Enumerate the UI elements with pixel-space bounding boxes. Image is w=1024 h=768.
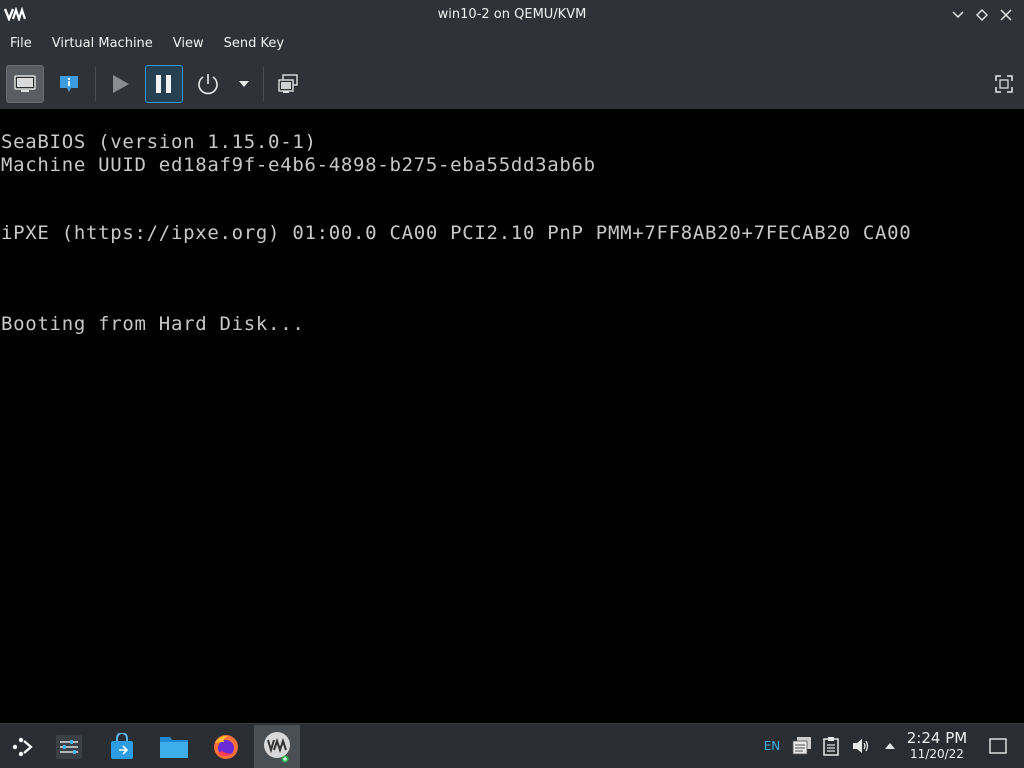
window-controls: [948, 0, 1016, 29]
clipboard-tray-button[interactable]: [820, 724, 842, 768]
console-line-ipxe: iPXE (https://ipxe.org) 01:00.0 CA00 PCI…: [1, 222, 912, 244]
store-bag-icon: [111, 732, 133, 759]
show-desktop-button[interactable]: [986, 724, 1010, 768]
virt-manager-logo-icon: [4, 6, 26, 22]
firefox-button[interactable]: [203, 725, 249, 768]
console-line-booting: Booting from Hard Disk...: [1, 313, 305, 335]
firefox-icon: [214, 734, 238, 759]
toolbar: [0, 59, 1024, 109]
close-icon: [1000, 8, 1012, 21]
pause-icon: [156, 75, 171, 93]
menu-send-key[interactable]: Send Key: [214, 29, 294, 59]
clock-date: 11/20/22: [910, 747, 964, 761]
settings-sliders-icon: [56, 734, 82, 759]
maximize-button[interactable]: [972, 5, 992, 25]
application-launcher-button[interactable]: [0, 725, 46, 768]
vm-console-display[interactable]: SeaBIOS (version 1.15.0-1) Machine UUID …: [0, 109, 1024, 723]
vm-icon: [264, 731, 290, 762]
keyboard-layout-label: EN: [763, 739, 781, 753]
folder-icon: [160, 736, 188, 758]
menu-view[interactable]: View: [163, 29, 214, 59]
details-button[interactable]: [50, 65, 88, 103]
system-settings-button[interactable]: [46, 725, 92, 768]
play-icon: [113, 75, 129, 93]
desktop-icon: [989, 738, 1007, 754]
toolbar-separator: [95, 67, 96, 101]
notes-tray-button[interactable]: [790, 724, 814, 768]
info-icon: [60, 76, 78, 92]
clock-time: 2:24 PM: [906, 729, 968, 747]
toolbar-separator: [263, 67, 264, 101]
snapshot-icon: [278, 74, 298, 93]
console-line-seabios: SeaBIOS (version 1.15.0-1): [1, 131, 317, 153]
shutdown-button[interactable]: [189, 65, 227, 103]
menu-bar: File Virtual Machine View Send Key: [0, 29, 1024, 59]
speaker-icon: [853, 739, 869, 753]
diamond-icon: [976, 8, 988, 21]
menu-file[interactable]: File: [0, 29, 42, 59]
close-button[interactable]: [996, 5, 1016, 25]
chevron-down-icon: [952, 10, 964, 18]
caret-down-icon: [239, 81, 249, 87]
menu-virtual-machine[interactable]: Virtual Machine: [42, 29, 163, 59]
monitor-icon: [14, 75, 36, 92]
console-button[interactable]: [6, 65, 44, 103]
pause-button[interactable]: [145, 65, 183, 103]
run-button[interactable]: [101, 65, 139, 103]
keyboard-layout-indicator[interactable]: EN: [760, 724, 784, 768]
volume-tray-button[interactable]: [850, 724, 872, 768]
power-icon: [198, 74, 218, 95]
minimize-button[interactable]: [948, 5, 968, 25]
tray-expander-button[interactable]: [880, 724, 900, 768]
taskbar: EN 2:24 PM 11/20/22: [0, 723, 1024, 768]
launcher-icon: [12, 737, 33, 756]
clipboard-icon: [823, 737, 839, 756]
fullscreen-icon: [995, 75, 1013, 93]
discover-button[interactable]: [99, 725, 145, 768]
caret-up-icon: [885, 743, 895, 749]
digital-clock[interactable]: 2:24 PM 11/20/22: [900, 729, 974, 762]
window-title: win10-2 on QEMU/KVM: [437, 7, 587, 22]
file-manager-button[interactable]: [151, 725, 197, 768]
shutdown-menu-button[interactable]: [231, 65, 257, 103]
console-line-uuid: Machine UUID ed18af9f-e4b6-4898-b275-eba…: [1, 154, 596, 176]
title-bar: win10-2 on QEMU/KVM: [0, 0, 1024, 29]
snapshots-button[interactable]: [269, 65, 307, 103]
virt-manager-task-button[interactable]: [254, 725, 300, 768]
notes-icon: [792, 737, 811, 755]
fullscreen-button[interactable]: [985, 65, 1023, 103]
